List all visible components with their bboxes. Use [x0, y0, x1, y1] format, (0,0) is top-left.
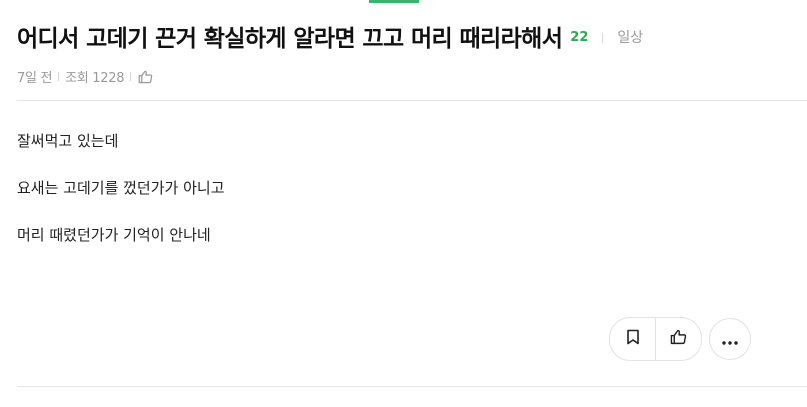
post-category[interactable]: 일상	[617, 27, 643, 47]
post-header: 어디서 고데기 끈거 확실하게 알라면 끄고 머리 때리라해서 22 일상	[17, 20, 807, 52]
body-paragraph: 요새는 고데기를 껐던가가 아니고	[17, 179, 225, 197]
post-actions	[609, 317, 751, 361]
meta-separator	[130, 72, 132, 81]
meta-separator	[58, 72, 60, 81]
body-paragraph: 잘써먹고 있는데	[17, 132, 119, 150]
thumbs-up-icon	[138, 70, 153, 84]
post-time: 7일 전	[17, 71, 53, 86]
more-horizontal-icon	[722, 330, 738, 349]
post-body: 잘써먹고 있는데 요새는 고데기를 껐던가가 아니고 머리 때렸던가가 기억이 …	[17, 130, 225, 271]
body-paragraph: 머리 때렸던가가 기억이 안나네	[17, 226, 211, 244]
header-divider	[17, 100, 807, 101]
more-options-button[interactable]	[709, 318, 751, 360]
bookmark-icon	[626, 329, 640, 349]
comment-count[interactable]: 22	[570, 30, 588, 45]
like-button[interactable]	[655, 318, 701, 360]
bookmark-button[interactable]	[610, 318, 655, 360]
header-separator	[602, 32, 604, 43]
active-tab-indicator	[369, 0, 419, 3]
post-meta: 7일 전 조회 1228	[17, 67, 153, 86]
post-page: 어디서 고데기 끈거 확실하게 알라면 끄고 머리 때리라해서 22 일상 7일…	[0, 0, 807, 407]
thumbs-up-icon	[670, 329, 687, 349]
action-group	[609, 317, 702, 361]
footer-divider	[17, 386, 807, 387]
post-views: 조회 1228	[65, 71, 125, 86]
post-title: 어디서 고데기 끈거 확실하게 알라면 끄고 머리 때리라해서	[17, 26, 563, 52]
